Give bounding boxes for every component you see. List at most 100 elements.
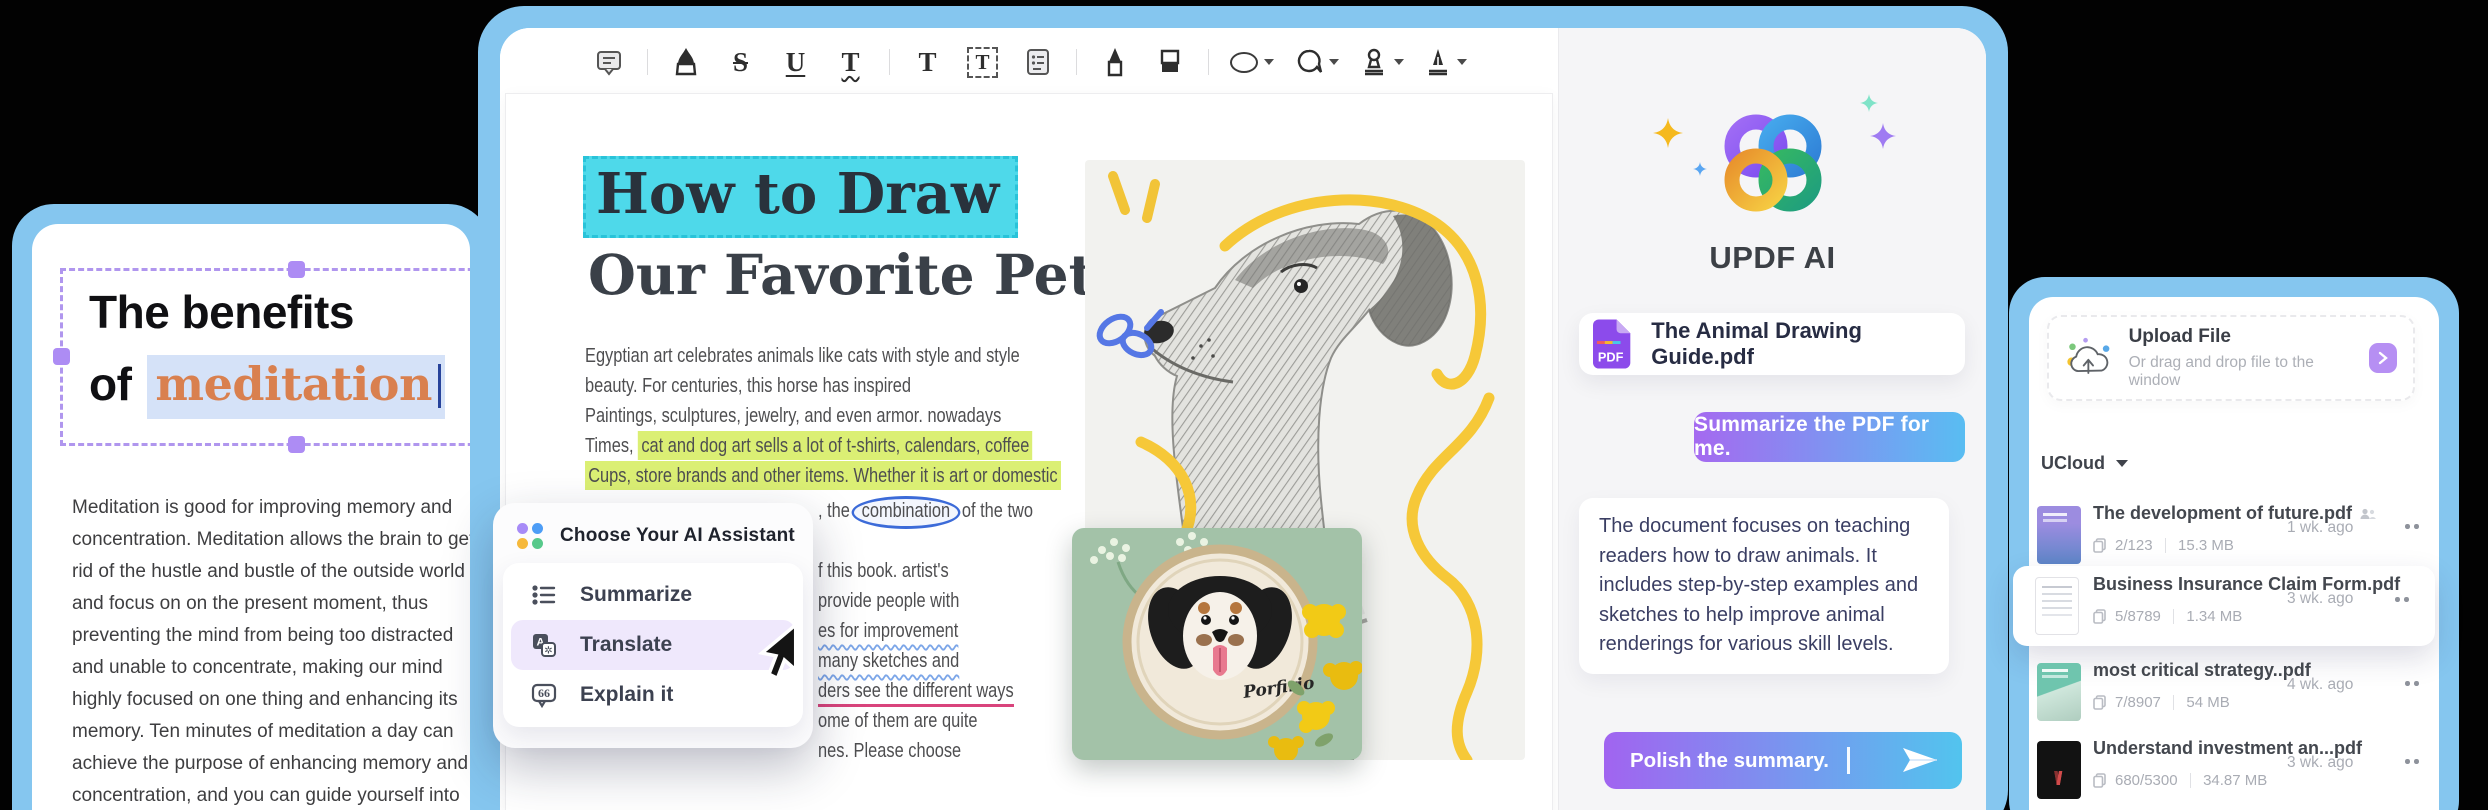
file-thumbnail [2035, 577, 2079, 635]
file-thumbnail [2037, 741, 2081, 799]
dropdown-caret-icon [1329, 59, 1339, 65]
file-meta: 680/5300 34.87 MB [2093, 772, 2267, 789]
file-pages: 7/8907 [2115, 694, 2161, 711]
text-caret [438, 364, 441, 408]
upload-cloud-icon [2065, 334, 2114, 382]
meditation-window: The benefits ofmeditation Meditation is … [12, 204, 490, 810]
doc-title: How to Draw [596, 161, 999, 227]
underline-icon[interactable]: U [779, 43, 813, 81]
stamp-icon[interactable] [1360, 43, 1404, 81]
send-plane-icon[interactable] [1902, 747, 1938, 773]
squiggly-underline-icon[interactable]: T [834, 43, 868, 81]
file-pages: 5/8789 [2115, 608, 2161, 625]
meditation-title: The benefits ofmeditation [89, 285, 445, 419]
meditation-title-prefix: of [89, 358, 131, 410]
upload-file-card[interactable]: Upload File Or drag and drop file to the… [2047, 315, 2415, 401]
more-dots-icon[interactable] [2405, 678, 2427, 688]
pages-icon [2093, 609, 2106, 624]
text-icon[interactable]: T [911, 43, 945, 81]
sticky-note-icon[interactable] [1021, 43, 1055, 81]
text-box-letter: T [967, 47, 997, 78]
meta-divider [2173, 609, 2175, 624]
pages-icon [2093, 695, 2106, 710]
doc-line: Paintings, sculptures, jewelry, and even… [585, 404, 1001, 428]
toolbar-divider [1076, 49, 1077, 75]
file-thumbnail [2037, 663, 2081, 721]
file-row[interactable]: Understand investment an...pdf 680/5300 … [2029, 728, 2439, 810]
doc-line-text: Egyptian art celebrates animals like cat… [585, 344, 1020, 367]
more-dots-icon[interactable] [2395, 594, 2417, 604]
highlighted-text: Cups, store brands and other items. Whet… [585, 461, 1061, 490]
files-panel: Upload File Or drag and drop file to the… [2029, 297, 2439, 810]
text-box-icon[interactable]: T [966, 43, 1000, 81]
pages-icon [2093, 773, 2106, 788]
upload-subtitle: Or drag and drop file to the window [2129, 354, 2354, 390]
chevron-right-icon [2378, 351, 2388, 365]
meta-divider [2165, 538, 2167, 553]
annotation-toolbar: S U T T T [500, 38, 1558, 86]
doc-line: ome of them are quite [818, 709, 978, 733]
selection-handle[interactable] [53, 348, 70, 365]
meta-divider [2173, 695, 2175, 710]
attached-pdf-chip[interactable]: PDF The Animal Drawing Guide.pdf [1579, 313, 1965, 375]
file-size: 34.87 MB [2203, 772, 2267, 789]
doc-line-text: Times, [585, 434, 638, 457]
cloud-source-dropdown[interactable]: UCloud [2041, 453, 2128, 474]
meditation-paragraph: Meditation is good for improving memory … [72, 492, 470, 810]
file-size: 54 MB [2186, 694, 2229, 711]
toolbar-divider [647, 49, 648, 75]
callout-shape-icon[interactable] [1295, 43, 1339, 81]
text-selection-box[interactable]: The benefits ofmeditation [60, 268, 470, 446]
file-row[interactable]: most critical strategy..pdf 7/8907 54 MB… [2029, 650, 2439, 736]
more-dots-icon[interactable] [2405, 756, 2427, 766]
file-date: 3 wk. ago [2287, 754, 2353, 772]
sparkle-icon [1870, 123, 1896, 149]
svg-text:PDF: PDF [1598, 350, 1624, 365]
meditation-document: The benefits ofmeditation Meditation is … [32, 224, 470, 810]
highlighter-icon[interactable] [669, 43, 703, 81]
strikethrough-icon[interactable]: S [724, 43, 758, 81]
comment-icon[interactable] [592, 43, 626, 81]
pdf-file-icon: PDF [1593, 319, 1634, 369]
cloud-source-label: UCloud [2041, 453, 2105, 474]
text-letter: T [918, 47, 936, 78]
eraser-icon[interactable] [1153, 43, 1187, 81]
yellow-dash [1147, 184, 1155, 218]
ellipse-shape-icon[interactable] [1230, 43, 1274, 81]
selection-handle[interactable] [288, 436, 305, 453]
selection-handle[interactable] [288, 261, 305, 278]
doc-line-text: beauty. For centuries, this horse has in… [585, 374, 911, 397]
doc-line: , the combination of the two [818, 496, 1033, 529]
selected-word-wrap: meditation [147, 355, 444, 419]
menu-item-summarize[interactable]: Summarize [511, 570, 795, 620]
upload-text-block: Upload File Or drag and drop file to the… [2129, 326, 2354, 390]
file-row-highlighted[interactable]: Business Insurance Claim Form.pdf 5/8789… [2013, 566, 2435, 646]
signature-icon[interactable] [1425, 43, 1467, 81]
sparkle-icon [1693, 162, 1707, 176]
file-date: 1 wk. ago [2287, 519, 2353, 537]
chat-input-text: Polish the summary. [1630, 749, 1829, 773]
file-meta: 5/8789 1.34 MB [2093, 608, 2242, 625]
sparkle-icon [1860, 94, 1878, 112]
svg-text:✲: ✲ [544, 646, 552, 657]
chat-input-bar[interactable]: Polish the summary. [1604, 732, 1962, 789]
doc-line: Cups, store brands and other items. Whet… [585, 464, 1061, 488]
menu-item-label: Explain it [580, 683, 673, 707]
attached-pdf-name: The Animal Drawing Guide.pdf [1651, 318, 1965, 370]
menu-item-label: Summarize [580, 583, 692, 607]
updf-ai-brand: UPDF AI [1559, 240, 1986, 276]
doc-line: es for improvement [818, 619, 958, 643]
user-message-text: Summarize the PDF for me. [1694, 413, 1965, 461]
file-pages: 2/123 [2115, 537, 2153, 554]
yellow-dash [1113, 176, 1125, 210]
more-dots-icon[interactable] [2405, 521, 2427, 531]
upload-go-button[interactable] [2369, 343, 2397, 373]
highlighted-title-box[interactable]: How to Draw [583, 156, 1018, 238]
list-icon [531, 582, 557, 608]
ai-assistant-menu-title: Choose Your AI Assistant [560, 525, 795, 547]
user-chat-bubble: Summarize the PDF for me. [1694, 412, 1965, 462]
wavy-underlined-text: many sketches and [818, 649, 959, 672]
cursor-arrow-icon [745, 622, 807, 684]
file-size: 15.3 MB [2178, 537, 2234, 554]
pencil-icon[interactable] [1098, 43, 1132, 81]
